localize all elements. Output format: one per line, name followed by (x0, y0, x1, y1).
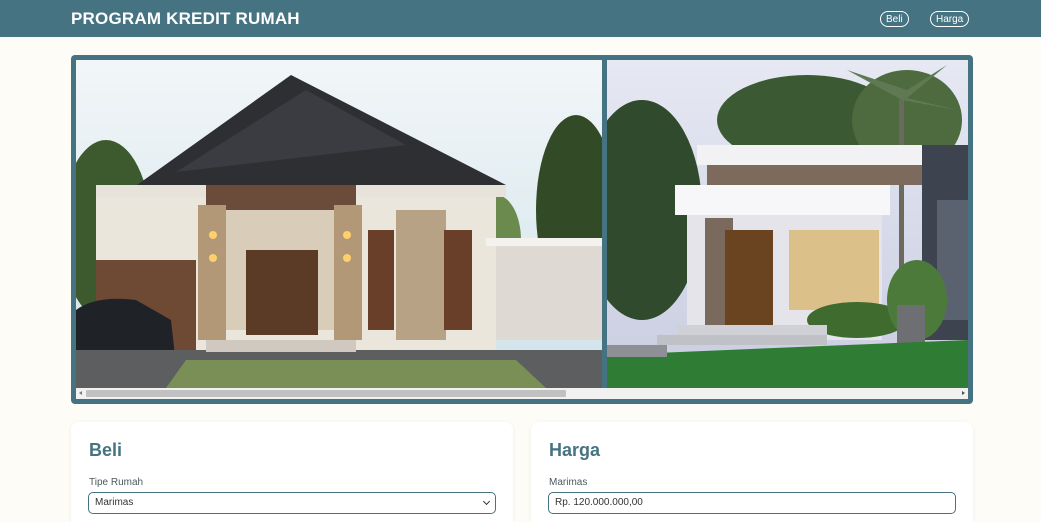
horizontal-scrollbar[interactable] (76, 388, 968, 399)
scroll-left-icon[interactable] (79, 391, 82, 395)
harga-card: Harga Marimas Rp. 120.000.000,00 (531, 422, 973, 522)
harga-value: Rp. 120.000.000,00 (555, 497, 643, 508)
house-photo-2 (607, 60, 968, 388)
house-photo-1 (76, 60, 602, 388)
scroll-right-icon[interactable] (962, 391, 965, 395)
harga-field-label: Marimas (549, 477, 588, 488)
scrollbar-thumb[interactable] (86, 390, 566, 397)
site-title: PROGRAM KREDIT RUMAH (71, 9, 300, 28)
harga-title: Harga (549, 440, 601, 460)
chevron-down-icon (482, 497, 491, 506)
tipe-rumah-selected-value: Marimas (95, 497, 134, 508)
house-photo-icon (76, 60, 602, 388)
beli-title: Beli (89, 440, 123, 460)
beli-card: Beli Tipe Rumah Marimas (71, 422, 513, 522)
nav-beli-button[interactable]: Beli (880, 11, 909, 27)
top-navbar: PROGRAM KREDIT RUMAH Beli Harga (0, 0, 1041, 37)
tipe-rumah-select[interactable]: Marimas (88, 492, 496, 514)
tipe-rumah-label: Tipe Rumah (89, 477, 144, 488)
nav-harga-button[interactable]: Harga (930, 11, 970, 27)
house-gallery (71, 55, 973, 404)
house-photo-icon (607, 60, 968, 388)
gallery-scroll-area[interactable] (76, 60, 968, 399)
harga-input[interactable]: Rp. 120.000.000,00 (548, 492, 956, 514)
